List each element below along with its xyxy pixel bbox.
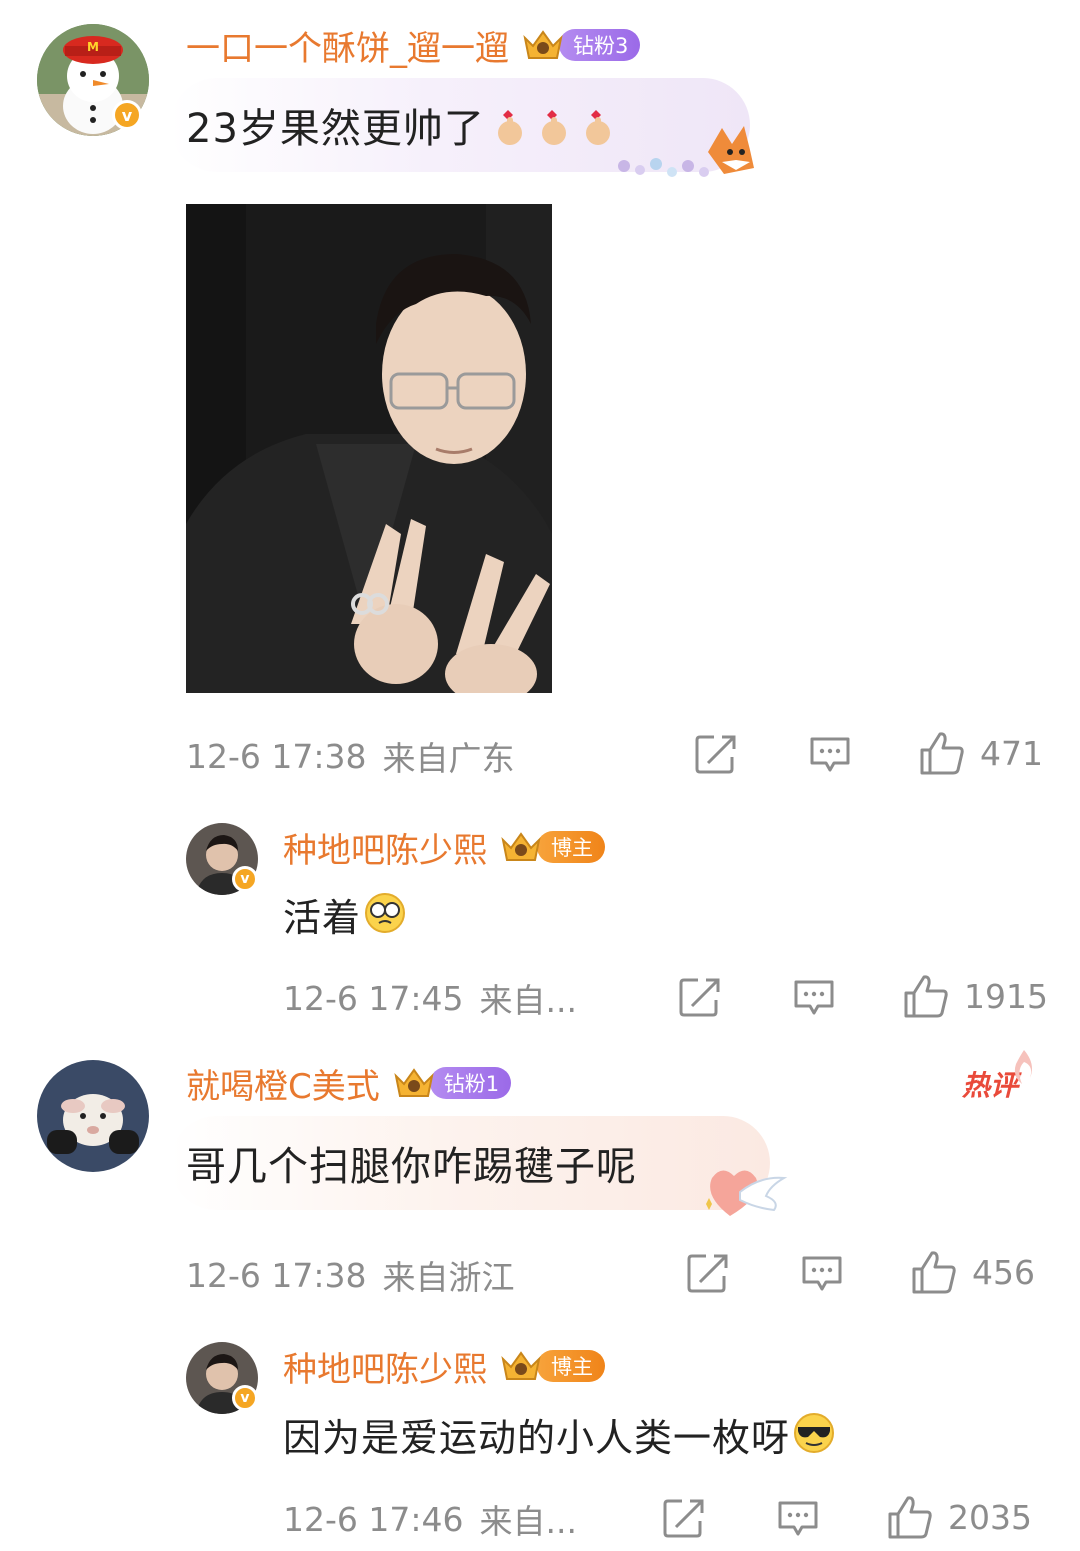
tearful-emoji-icon <box>363 891 407 939</box>
repost-button[interactable] <box>662 1497 706 1539</box>
verified-v-icon: v <box>232 866 258 892</box>
username[interactable]: 一口一个酥饼_遛一遛 <box>186 21 509 70</box>
blogger-badge[interactable]: 博主 <box>537 831 605 863</box>
comment-photo[interactable] <box>186 204 552 693</box>
comment-button[interactable] <box>776 1499 820 1539</box>
comment-icon <box>810 737 850 772</box>
reply-time: 12-6 17:46 <box>283 1499 464 1539</box>
like-thumb-icon <box>912 1251 956 1294</box>
repost-button[interactable] <box>686 1252 730 1294</box>
comment-button[interactable] <box>792 978 836 1018</box>
reply-text: 因为是爱运动的小人类一枚呀 <box>283 1416 791 1460</box>
crown-badge-icon <box>499 1347 543 1385</box>
like-thumb-icon <box>888 1496 932 1539</box>
comment-button[interactable] <box>808 735 852 775</box>
fan-badge[interactable]: 钻粉1 <box>429 1067 512 1099</box>
repost-icon <box>663 1499 704 1538</box>
repost-button[interactable] <box>678 976 722 1018</box>
comment-1: M v 一口一个酥饼_遛一遛 钻粉3 23岁果然更帅了 12-6 17:38 来… <box>0 0 1080 1020</box>
comment-icon <box>778 1501 818 1536</box>
repost-icon <box>687 1254 728 1293</box>
repost-button[interactable] <box>694 733 738 775</box>
like-button[interactable]: 456 <box>910 1249 1035 1295</box>
sunglasses-emoji-icon <box>792 1411 836 1459</box>
crown-badge-icon <box>499 828 543 866</box>
like-button[interactable]: 1915 <box>902 973 1048 1019</box>
comment-2: 就喝橙C美式 钻粉1 热评 哥几个扫腿你咋踢毽子呢 12-6 17:38 来自浙… <box>0 1040 1080 1551</box>
like-button[interactable]: 2035 <box>886 1494 1032 1540</box>
reply-location: 来自... <box>479 981 577 1020</box>
like-thumb-icon <box>920 732 964 775</box>
comment-icon <box>794 980 834 1015</box>
lamb-avatar-image <box>37 1060 149 1172</box>
flame-decoration-icon <box>1010 1048 1038 1092</box>
comment-icon <box>802 1256 842 1291</box>
reply-time: 12-6 17:45 <box>283 978 464 1018</box>
comment-time: 12-6 17:38 <box>186 1255 367 1295</box>
repost-icon <box>679 978 720 1017</box>
verified-v-icon: v <box>112 100 142 130</box>
fan-badge[interactable]: 钻粉3 <box>559 29 641 61</box>
avatar[interactable] <box>37 1060 149 1172</box>
fox-flower-decoration-icon <box>604 122 764 188</box>
comment-bubble: 哥几个扫腿你咋踢毽子呢 <box>170 1116 770 1210</box>
reply-username[interactable]: 种地吧陈少熙 <box>283 1342 487 1391</box>
repost-icon <box>695 735 736 774</box>
comment-text: 23岁果然更帅了 <box>186 106 485 152</box>
like-button[interactable]: 471 <box>918 730 1043 776</box>
like-count: 1915 <box>964 976 1048 1016</box>
svg-text:M: M <box>87 40 99 54</box>
heart-dove-decoration-icon <box>700 1156 790 1230</box>
blogger-badge[interactable]: 博主 <box>537 1350 605 1382</box>
comment-text: 哥几个扫腿你咋踢毽子呢 <box>186 1144 637 1190</box>
like-thumb-icon <box>904 975 948 1018</box>
like-count: 471 <box>980 733 1043 773</box>
reply-location: 来自... <box>479 1502 577 1541</box>
like-count: 456 <box>972 1252 1035 1292</box>
crown-badge-icon <box>521 26 565 64</box>
crown-badge-icon <box>392 1064 436 1102</box>
comment-button[interactable] <box>800 1254 844 1294</box>
verified-v-icon: v <box>232 1385 258 1411</box>
comment-time: 12-6 17:38 <box>186 736 367 776</box>
reply-username[interactable]: 种地吧陈少熙 <box>283 823 487 872</box>
comment-location: 来自浙江 <box>382 1258 515 1297</box>
comment-location: 来自广东 <box>382 739 515 778</box>
username[interactable]: 就喝橙C美式 <box>186 1059 380 1108</box>
finger-heart-emoji-icon <box>493 103 615 147</box>
like-count: 2035 <box>948 1497 1032 1537</box>
reply-text: 活着 <box>283 896 362 940</box>
